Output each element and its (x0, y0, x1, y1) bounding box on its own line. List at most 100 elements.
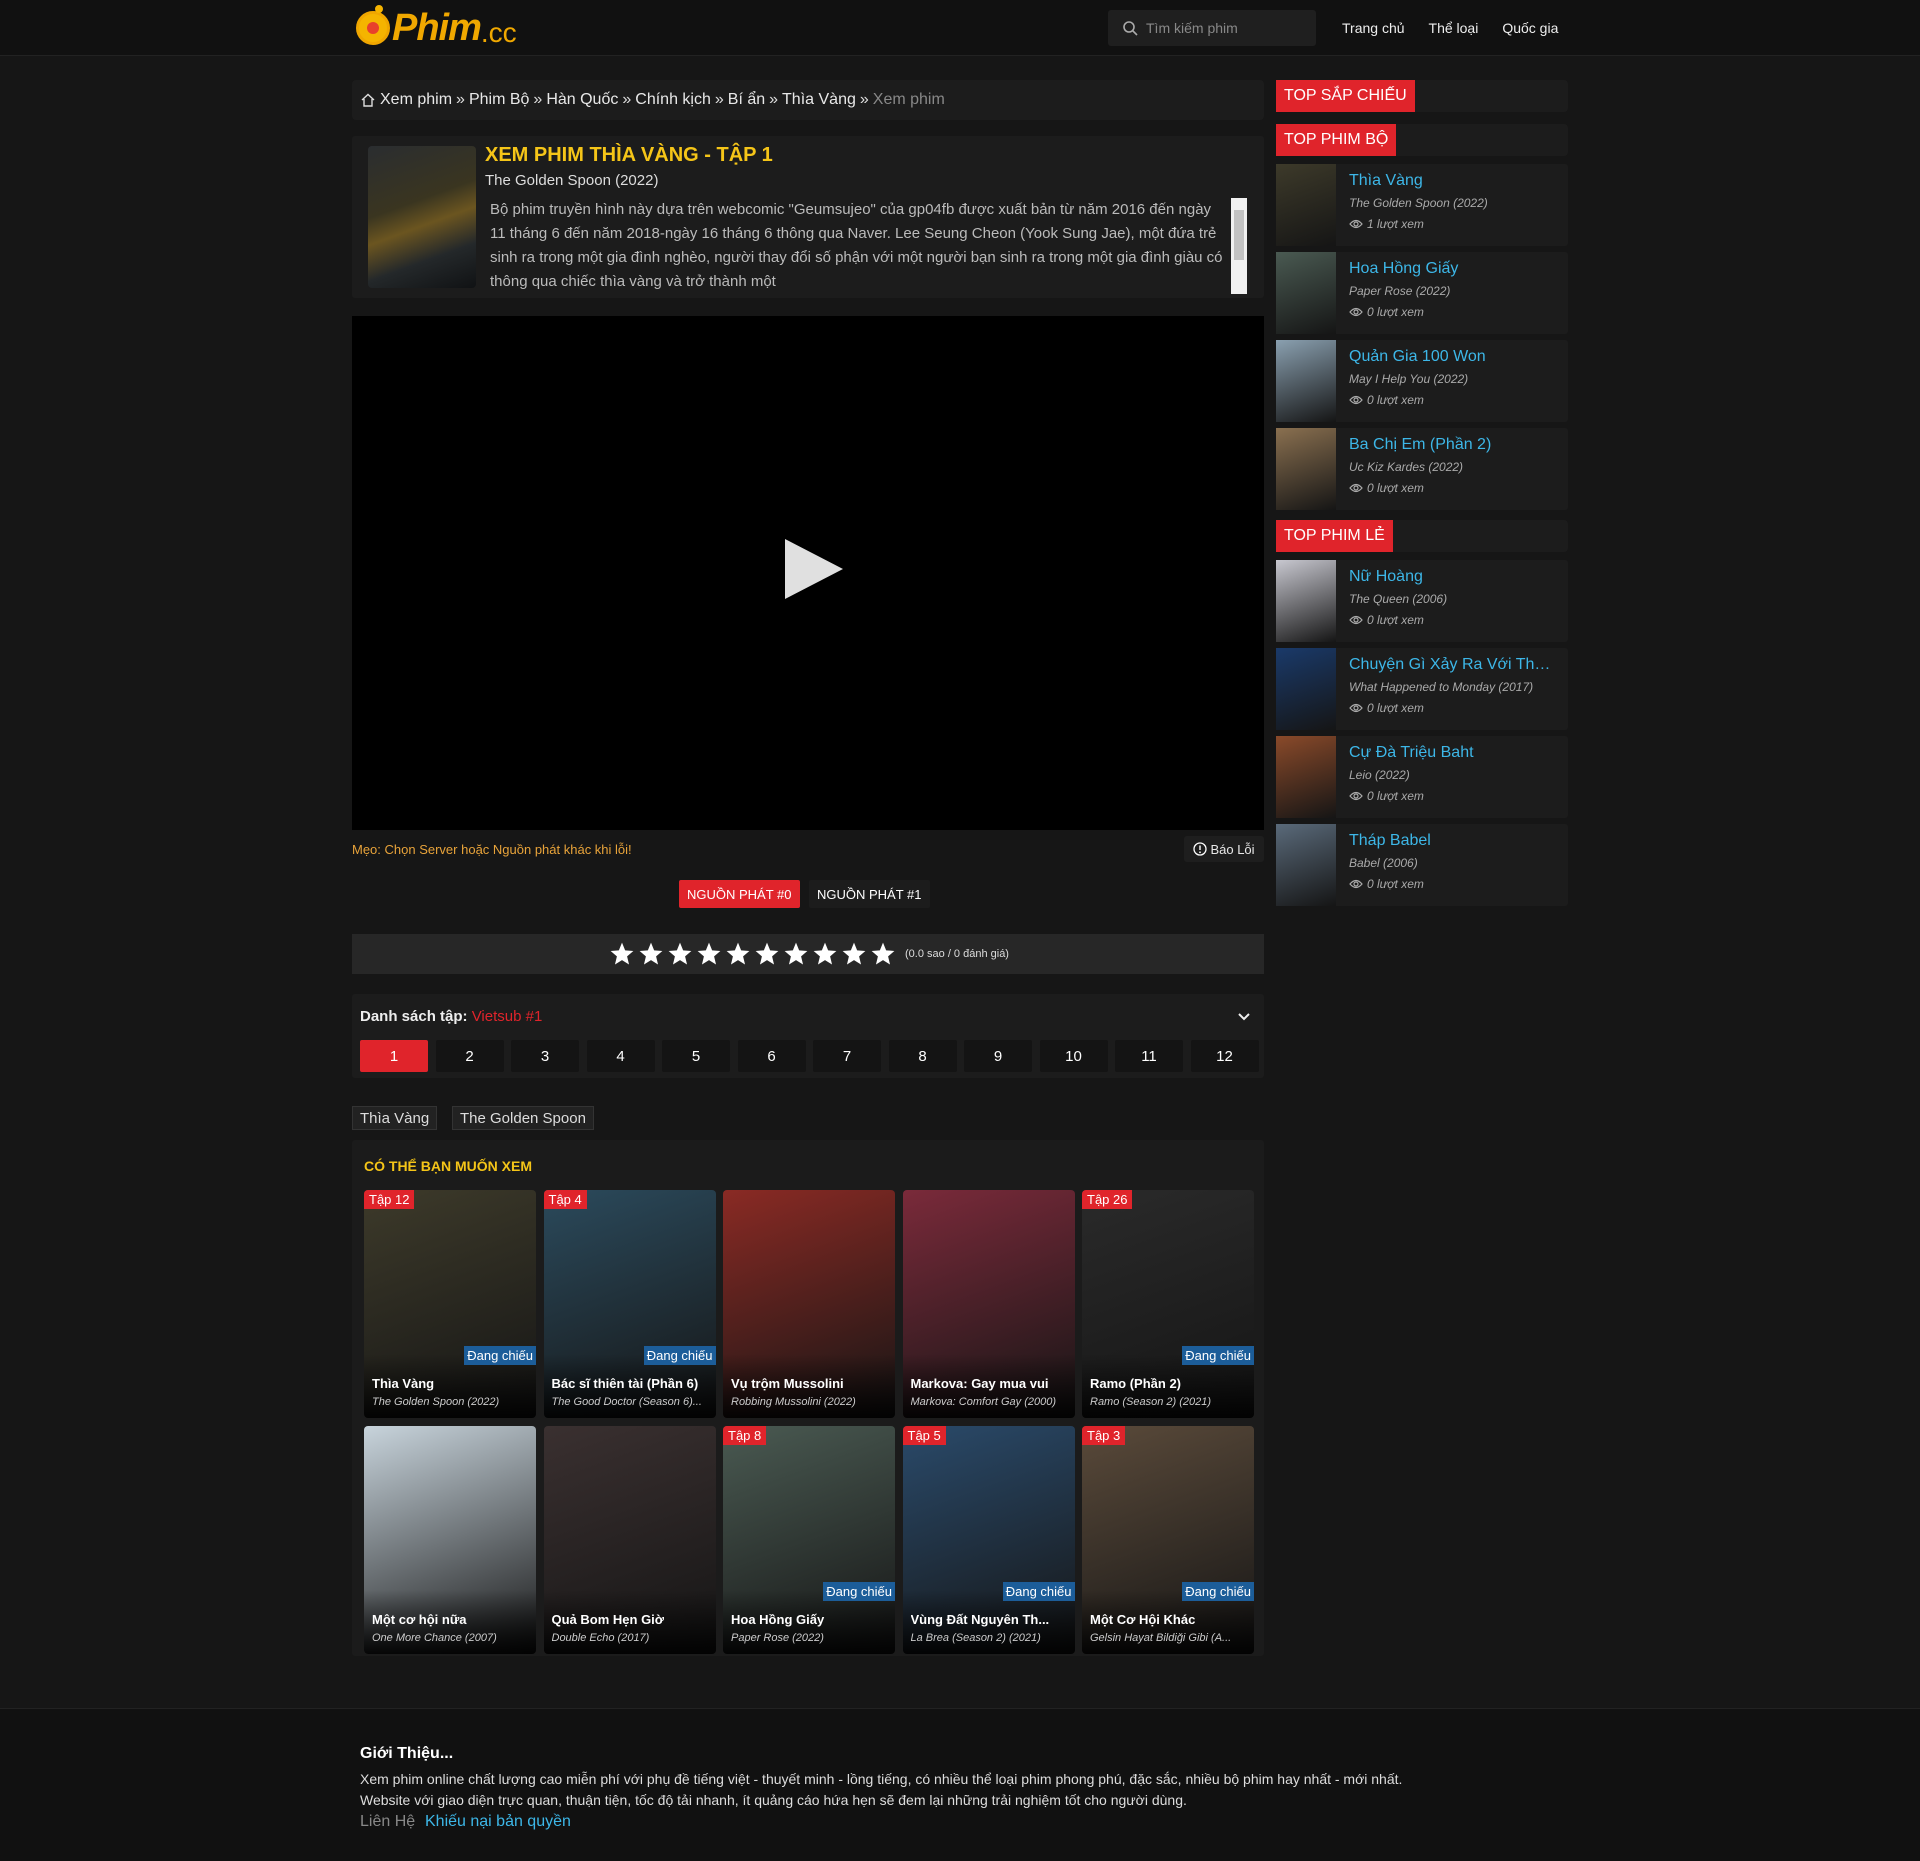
sidebar-movie-item[interactable]: Chuyện Gì Xảy Ra Với Thứ ... What Happene… (1276, 648, 1568, 730)
breadcrumb-item[interactable]: Hàn Quốc (546, 91, 618, 109)
card-subtitle: Gelsin Hayat Bildiği Gibi (A... (1090, 1632, 1232, 1644)
eye-icon (1349, 879, 1363, 889)
breadcrumb: Xem phim» Phim Bộ» Hàn Quốc» Chính kịch»… (352, 80, 1264, 120)
movie-card[interactable]: Tập 8 Đang chiếu Hoa Hồng Giấy Paper Rose (… (723, 1426, 895, 1654)
movie-card[interactable]: Quả Bom Hẹn Giờ Double Echo (2017) (543, 1426, 716, 1654)
breadcrumb-separator: » (714, 91, 724, 108)
star-icon[interactable] (609, 941, 635, 967)
movie-card[interactable]: Tập 3 Đang chiếu Một Cơ Hội Khác Gelsin Hay… (1082, 1426, 1254, 1654)
breadcrumb-item[interactable]: Bí ẩn (728, 91, 765, 109)
episode-button[interactable]: 2 (435, 1040, 504, 1072)
breadcrumb-item[interactable]: Chính kịch (635, 91, 711, 109)
breadcrumb-item[interactable]: Phim Bộ (469, 91, 529, 109)
card-title: Thìa Vàng (372, 1376, 435, 1391)
logo-suffix: .cc (480, 17, 517, 48)
report-button[interactable]: Báo Lỗi (1184, 836, 1264, 862)
movie-card[interactable]: Markova: Gay mua vui Markova: Comfort Gay… (902, 1190, 1075, 1418)
star-icon[interactable] (783, 941, 809, 967)
card-subtitle: Paper Rose (2022) (731, 1632, 824, 1644)
nav-home[interactable]: Trang chủ (1342, 20, 1405, 36)
footer-contact-link[interactable]: Liên Hệ (360, 1813, 415, 1831)
report-label: Báo Lỗi (1210, 841, 1255, 857)
eye-icon (1349, 307, 1363, 317)
sidebar-views: 1 lượt xem (1349, 217, 1424, 231)
episode-button[interactable]: 12 (1190, 1040, 1259, 1072)
source-button-0[interactable]: NGUỒN PHÁT #0 (679, 880, 800, 908)
nav-countries[interactable]: Quốc gia (1502, 20, 1558, 36)
movie-card[interactable]: Tập 4 Đang chiếu Bác sĩ thiên tài (Phần 6)… (543, 1190, 716, 1418)
episode-button[interactable]: 7 (813, 1040, 881, 1072)
nav-genres[interactable]: Thể loại (1429, 20, 1479, 36)
episode-button[interactable]: 10 (1039, 1040, 1108, 1072)
movie-info: XEM PHIM THÌA VÀNG - TẬP 1 The Golden Sp… (352, 136, 1264, 298)
sidebar-thumbnail (1276, 340, 1336, 422)
sidebar-movie-item[interactable]: Quản Gia 100 Won May I Help You (2022) 0 l… (1276, 340, 1568, 422)
site-logo[interactable]: Phim .cc (356, 5, 517, 50)
sidebar-movie-item[interactable]: Thìa Vàng The Golden Spoon (2022) 1 lượt x… (1276, 164, 1568, 246)
card-title: Ramo (Phần 2) (1090, 1376, 1182, 1391)
sidebar-views: 0 lượt xem (1349, 789, 1424, 803)
episode-button[interactable]: 8 (888, 1040, 957, 1072)
sidebar-heading-series: TOP PHIM BỘ (1276, 124, 1568, 156)
star-icon[interactable] (812, 941, 838, 967)
movie-card[interactable]: Tập 26 Đang chiếu Ramo (Phần 2) Ramo (Seaso… (1082, 1190, 1254, 1418)
sidebar-thumbnail (1276, 252, 1336, 334)
breadcrumb-separator: » (456, 91, 465, 108)
source-button-1[interactable]: NGUỒN PHÁT #1 (809, 880, 930, 908)
sidebar-movie-item[interactable]: Tháp Babel Babel (2006) 0 lượt xem (1276, 824, 1568, 906)
footer-copyright-link[interactable]: Khiếu nại bản quyền (425, 1813, 571, 1831)
star-icon[interactable] (638, 941, 664, 967)
star-icon[interactable] (696, 941, 722, 967)
status-badge: Đang chiếu (1002, 1582, 1075, 1601)
star-icon[interactable] (754, 941, 780, 967)
tag-item[interactable]: The Golden Spoon (452, 1106, 594, 1130)
tag-item[interactable]: Thìa Vàng (352, 1106, 438, 1130)
description-scrollbar[interactable] (1231, 198, 1247, 294)
eye-icon (1349, 395, 1363, 405)
episode-button[interactable]: 1 (360, 1040, 428, 1072)
sidebar-movie-item[interactable]: Nữ Hoàng The Queen (2006) 0 lượt xem (1276, 560, 1568, 642)
star-rating[interactable] (607, 941, 897, 967)
card-title: Hoa Hồng Giấy (731, 1612, 825, 1627)
status-badge: Đang chiếu (1182, 1582, 1254, 1601)
sidebar-movie-title: Hoa Hồng Giấy (1349, 260, 1459, 277)
chevron-down-icon[interactable] (1236, 1008, 1252, 1024)
breadcrumb-item[interactable]: Xem phim (380, 91, 452, 109)
episode-button[interactable]: 6 (737, 1040, 806, 1072)
episode-badge: Tập 4 (543, 1190, 587, 1209)
status-badge: Đang chiếu (823, 1582, 895, 1601)
search-icon (1123, 21, 1138, 36)
sidebar-movie-original: Leio (2022) (1349, 768, 1410, 782)
sidebar-movie-original: May I Help You (2022) (1349, 372, 1469, 386)
sidebar-movie-item[interactable]: Hoa Hồng Giấy Paper Rose (2022) 0 lượt xem (1276, 252, 1568, 334)
episode-button[interactable]: 9 (964, 1040, 1032, 1072)
star-icon[interactable] (667, 941, 693, 967)
search-box[interactable] (1108, 10, 1316, 46)
movie-description[interactable]: Bộ phim truyền hình này dựa trên webcomi… (485, 198, 1247, 294)
breadcrumb-separator: » (769, 91, 779, 108)
star-icon[interactable] (725, 941, 751, 967)
movie-card[interactable]: Tập 5 Đang chiếu Vùng Đất Nguyên Th... La B… (902, 1426, 1075, 1654)
breadcrumb-item[interactable]: Thìa Vàng (782, 91, 856, 109)
breadcrumb-separator: » (859, 91, 869, 108)
movie-card[interactable]: Vụ trộm Mussolini Robbing Mussolini (2022… (723, 1190, 895, 1418)
star-icon[interactable] (841, 941, 867, 967)
episode-badge: Tập 8 (723, 1426, 767, 1445)
star-icon[interactable] (870, 941, 896, 967)
sidebar-movie-item[interactable]: Ba Chị Em (Phần 2) Uc Kiz Kardes (2022) 0 … (1276, 428, 1568, 510)
movie-card[interactable]: Tập 12 Đang chiếu Thìa Vàng The Golden Spoo… (364, 1190, 536, 1418)
episode-button[interactable]: 3 (511, 1040, 579, 1072)
alert-icon (1193, 842, 1208, 856)
sidebar-heading-upcoming: TOP SẮP CHIẾU (1276, 80, 1568, 112)
movie-card[interactable]: Một cơ hội nữa One More Chance (2007) (364, 1426, 536, 1654)
card-subtitle: Robbing Mussolini (2022) (731, 1396, 856, 1408)
play-icon[interactable] (785, 539, 843, 599)
search-input[interactable] (1146, 20, 1296, 36)
episode-button[interactable]: 5 (662, 1040, 730, 1072)
episode-button[interactable]: 4 (586, 1040, 655, 1072)
video-player[interactable] (352, 316, 1264, 830)
recommendations: CÓ THỂ BẠN MUỐN XEM Tập 12 Đang chiếu Thìa… (352, 1140, 1264, 1656)
episode-button[interactable]: 11 (1115, 1040, 1183, 1072)
sidebar-thumbnail (1276, 648, 1336, 730)
sidebar-movie-item[interactable]: Cự Đà Triệu Baht Leio (2022) 0 lượt xem (1276, 736, 1568, 818)
